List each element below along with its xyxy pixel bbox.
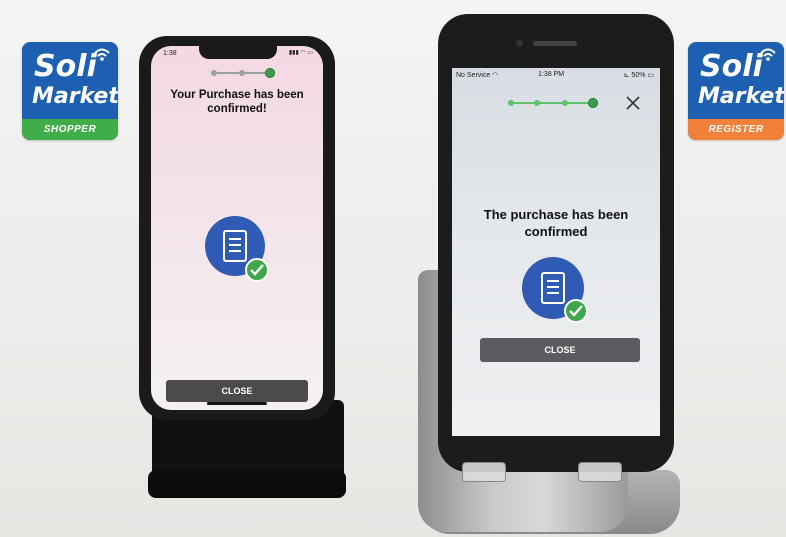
earpiece-speaker bbox=[533, 41, 577, 46]
phone-stand-black-base bbox=[148, 470, 346, 498]
progress-steps bbox=[211, 68, 275, 78]
close-icon[interactable] bbox=[626, 96, 640, 110]
status-battery: ⊾ 50% ▭ bbox=[623, 72, 654, 79]
status-carrier: No Service ◠ bbox=[456, 72, 499, 79]
stand-clip-right bbox=[578, 462, 622, 482]
front-camera bbox=[516, 40, 523, 47]
shopper-phone: 1:38 ▮▮▮ ◠ ▭ Your Purchase has been conf… bbox=[139, 36, 335, 420]
step-dot-active bbox=[265, 68, 275, 78]
check-icon bbox=[564, 299, 588, 323]
status-icons: ▮▮▮ ◠ ▭ bbox=[288, 50, 313, 56]
document-check-icon bbox=[205, 216, 275, 286]
soli-market-register-logo: Soli Market REGISTER bbox=[688, 42, 784, 140]
step-dot bbox=[239, 70, 245, 76]
status-time: 1:38 PM bbox=[538, 71, 565, 78]
logo-word-soli: Soli bbox=[700, 49, 763, 84]
step-dot bbox=[508, 100, 514, 106]
close-button[interactable]: CLOSE bbox=[480, 338, 640, 362]
logo-word-market: Market bbox=[698, 84, 784, 109]
register-screen: No Service ◠ 1:38 PM ⊾ 50% ▭ The purchas… bbox=[452, 68, 660, 436]
soli-market-shopper-logo: Soli Market SHOPPER bbox=[22, 42, 118, 140]
register-phone: No Service ◠ 1:38 PM ⊾ 50% ▭ The purchas… bbox=[438, 14, 674, 472]
confirmation-title: The purchase has been confirmed bbox=[483, 207, 629, 239]
close-button[interactable]: CLOSE bbox=[166, 380, 308, 402]
step-dot-active bbox=[588, 98, 598, 108]
stand-clip-left bbox=[462, 462, 506, 482]
document-check-icon bbox=[522, 257, 592, 327]
step-dot bbox=[211, 70, 217, 76]
confirmation-title: Your Purchase has been confirmed! bbox=[170, 89, 304, 115]
status-time: 1:38 bbox=[163, 50, 177, 57]
logo-band-shopper: SHOPPER bbox=[22, 119, 118, 140]
home-indicator bbox=[207, 402, 267, 405]
progress-steps bbox=[508, 98, 598, 108]
check-icon bbox=[245, 258, 269, 282]
phone-notch bbox=[199, 46, 277, 59]
step-dot bbox=[562, 100, 568, 106]
logo-word-soli: Soli bbox=[34, 49, 97, 84]
logo-word-market: Market bbox=[32, 84, 118, 109]
logo-band-register: REGISTER bbox=[688, 119, 784, 140]
shopper-screen: 1:38 ▮▮▮ ◠ ▭ Your Purchase has been conf… bbox=[151, 46, 323, 410]
step-dot bbox=[534, 100, 540, 106]
